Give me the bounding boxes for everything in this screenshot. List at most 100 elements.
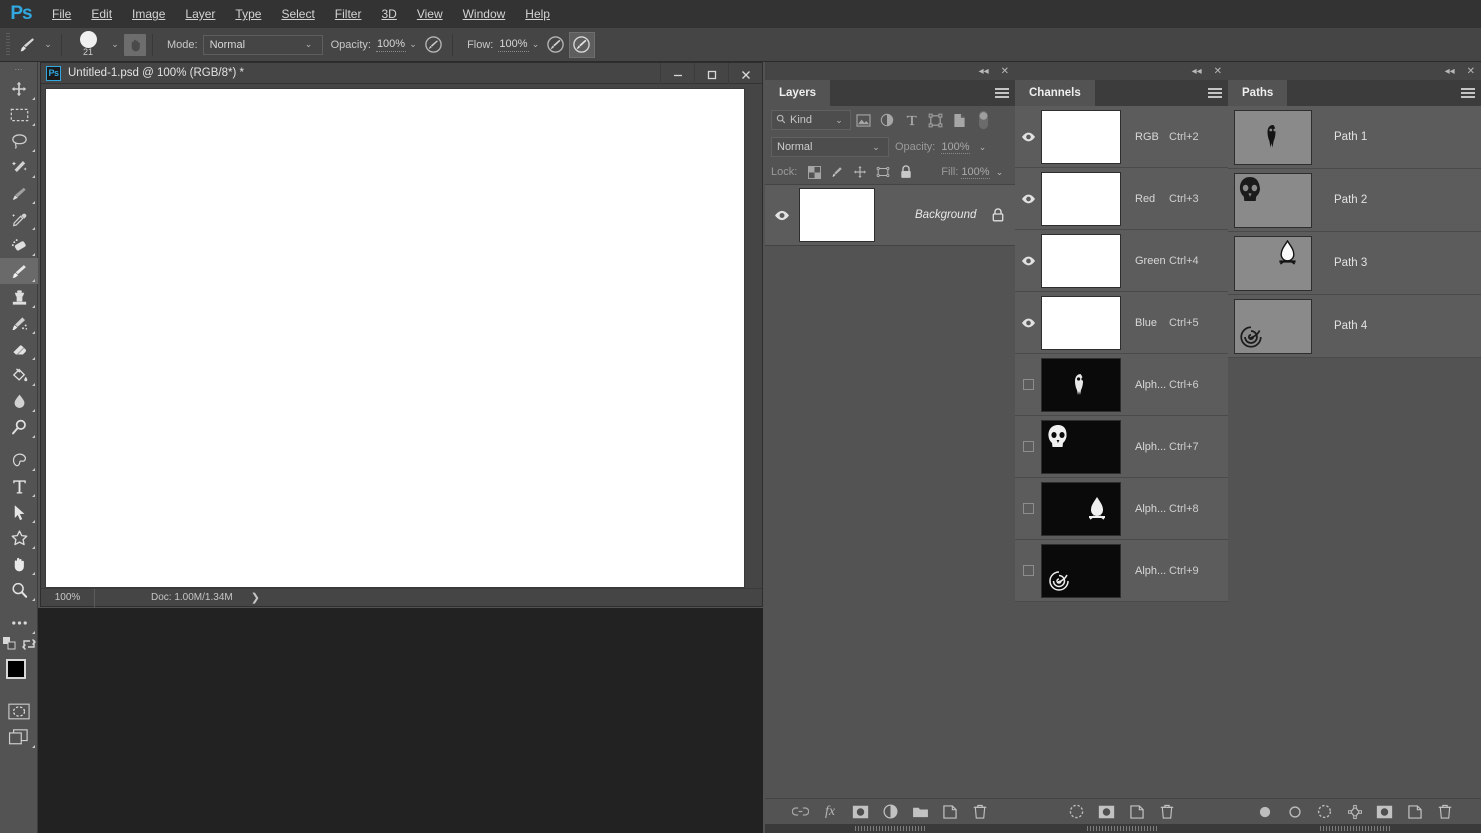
blend-mode-select[interactable]: Normal ⌄ — [202, 34, 323, 55]
filter-shape-icon[interactable] — [923, 109, 947, 131]
lock-all-icon[interactable] — [896, 162, 916, 182]
close-panel-icon[interactable]: ✕ — [999, 66, 1011, 77]
channel-visibility-toggle[interactable] — [1015, 565, 1041, 576]
filter-adjustment-icon[interactable] — [875, 109, 899, 131]
paths-panel-menu-icon[interactable] — [1461, 80, 1475, 106]
collapse-panel-icon[interactable]: ◂◂ — [977, 66, 991, 77]
channel-visibility-toggle[interactable] — [1015, 194, 1041, 204]
filter-toggle-icon[interactable] — [971, 109, 995, 131]
new-group-icon[interactable] — [911, 803, 929, 821]
channel-thumbnail[interactable] — [1041, 419, 1121, 474]
channel-thumbnail[interactable] — [1041, 171, 1121, 226]
table-row[interactable]: Red Ctrl+3 — [1015, 168, 1228, 230]
tool-history-brush[interactable] — [0, 310, 38, 336]
tool-rectangular-marquee[interactable] — [0, 102, 38, 128]
brush-preset-chevron-icon[interactable]: ⌄ — [41, 39, 55, 50]
lock-position-icon[interactable] — [850, 162, 870, 182]
layer-visibility-toggle[interactable] — [765, 210, 799, 221]
path-thumbnail[interactable] — [1234, 172, 1312, 228]
channel-thumbnail[interactable] — [1041, 109, 1121, 164]
make-work-path-icon[interactable] — [1346, 803, 1364, 821]
tool-custom-shape[interactable] — [0, 525, 38, 551]
brush-settings-chevron-icon[interactable]: ⌄ — [108, 39, 122, 50]
tool-pen[interactable] — [0, 447, 38, 473]
pressure-opacity-icon[interactable] — [420, 32, 446, 58]
foreground-color-swatch[interactable] — [6, 659, 26, 679]
opacity-value[interactable]: 100% — [375, 38, 407, 52]
tool-eraser[interactable] — [0, 336, 38, 362]
channel-thumbnail[interactable] — [1041, 357, 1121, 412]
tool-dodge[interactable] — [0, 414, 38, 440]
stroke-path-icon[interactable] — [1286, 803, 1304, 821]
tool-hand[interactable] — [0, 551, 38, 577]
list-item[interactable]: Path 4 — [1228, 295, 1481, 358]
tool-crop[interactable] — [0, 180, 38, 206]
tool-blur[interactable] — [0, 388, 38, 414]
lock-artboard-icon[interactable] — [873, 162, 893, 182]
menu-filter[interactable]: Filter — [325, 0, 372, 28]
tab-channels[interactable]: Channels — [1015, 80, 1095, 106]
tool-clone-stamp[interactable] — [0, 284, 38, 310]
layer-thumbnail[interactable] — [799, 188, 875, 242]
path-thumbnail[interactable] — [1234, 109, 1312, 165]
document-title-bar[interactable]: Ps Untitled-1.psd @ 100% (RGB/8*) * — [41, 63, 762, 87]
menu-type[interactable]: Type — [225, 0, 271, 28]
flow-chevron-icon[interactable]: ⌄ — [529, 39, 543, 50]
tool-move[interactable] — [0, 76, 38, 102]
delete-path-icon[interactable] — [1436, 803, 1454, 821]
layer-blend-mode-select[interactable]: Normal ⌄ — [771, 137, 889, 157]
table-row[interactable]: Alph... Ctrl+7 — [1015, 416, 1228, 478]
layer-opacity-chevron-icon[interactable]: ⌄ — [976, 142, 990, 153]
menu-select[interactable]: Select — [271, 0, 324, 28]
layers-panel-menu-icon[interactable] — [995, 80, 1009, 106]
layer-name[interactable]: Background — [875, 209, 981, 221]
lock-image-icon[interactable] — [827, 162, 847, 182]
tool-zoom[interactable] — [0, 577, 38, 603]
canvas-area[interactable] — [41, 84, 762, 588]
filter-type-icon[interactable] — [899, 109, 923, 131]
channel-visibility-toggle[interactable] — [1015, 256, 1041, 266]
table-row[interactable]: Alph... Ctrl+9 — [1015, 540, 1228, 602]
list-item[interactable]: Path 2 — [1228, 169, 1481, 232]
flow-value[interactable]: 100% — [498, 38, 529, 52]
menu-window[interactable]: Window — [453, 0, 516, 28]
layer-filter-kind-select[interactable]: Kind ⌄ — [771, 110, 851, 130]
channels-panel-scrollbar[interactable] — [1015, 824, 1228, 833]
delete-channel-icon[interactable] — [1158, 803, 1176, 821]
lock-transparency-icon[interactable] — [804, 162, 824, 182]
save-selection-as-channel-icon[interactable] — [1098, 803, 1116, 821]
layer-style-fx-icon[interactable]: fx — [821, 803, 839, 821]
screen-mode-icon[interactable] — [0, 724, 38, 750]
delete-layer-icon[interactable] — [971, 803, 989, 821]
status-expand-arrow-icon[interactable]: ❯ — [251, 591, 260, 604]
brush-size-preview[interactable]: 21 — [68, 30, 108, 60]
list-item[interactable]: Path 1 — [1228, 106, 1481, 169]
table-row[interactable]: Blue Ctrl+5 — [1015, 292, 1228, 354]
close-panel-icon[interactable]: ✕ — [1212, 66, 1224, 77]
table-row[interactable]: RGB Ctrl+2 — [1015, 106, 1228, 168]
filter-pixel-icon[interactable] — [851, 109, 875, 131]
channel-visibility-toggle[interactable] — [1015, 503, 1041, 514]
quick-mask-icon[interactable] — [0, 698, 38, 724]
path-name[interactable]: Path 2 — [1312, 194, 1367, 206]
menu-file[interactable]: File — [42, 0, 81, 28]
tab-paths[interactable]: Paths — [1228, 80, 1288, 106]
table-row[interactable]: Background — [765, 184, 1015, 246]
path-name[interactable]: Path 4 — [1312, 320, 1367, 332]
add-layer-mask-icon[interactable] — [1376, 803, 1394, 821]
menu-edit[interactable]: Edit — [81, 0, 122, 28]
tool-magic-wand[interactable] — [0, 154, 38, 180]
menu-view[interactable]: View — [407, 0, 453, 28]
channel-thumbnail[interactable] — [1041, 543, 1121, 598]
channel-visibility-toggle[interactable] — [1015, 441, 1041, 452]
new-adjustment-layer-icon[interactable] — [881, 803, 899, 821]
tool-spot-healing-brush[interactable] — [0, 232, 38, 258]
tablet-pressure-icon[interactable] — [124, 33, 146, 56]
path-thumbnail[interactable] — [1234, 235, 1312, 291]
menu-3d[interactable]: 3D — [371, 0, 406, 28]
swap-colors-icon[interactable] — [21, 636, 37, 655]
menu-image[interactable]: Image — [122, 0, 175, 28]
tool-path-selection[interactable] — [0, 499, 38, 525]
table-row[interactable]: Alph... Ctrl+6 — [1015, 354, 1228, 416]
table-row[interactable]: Green Ctrl+4 — [1015, 230, 1228, 292]
